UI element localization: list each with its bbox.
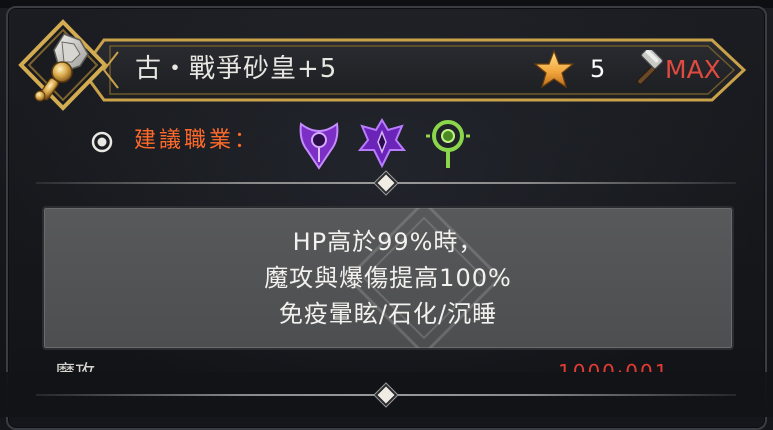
hammer-icon [637,50,664,85]
purple-crest-class-icon [299,122,339,170]
description-line: HP高於99%時， [292,228,484,256]
description-line: 魔攻與爆傷提高100% [264,264,512,292]
item-detail-panel: 古・戰爭砂皇+5 5 MAX 建議職業： HP高於99%時， 魔攻與爆傷提高10… [0,0,773,430]
green-ring-class-icon [426,120,470,168]
description-line: 免疫暈眩/石化/沉睡 [278,300,498,328]
radio-dot-icon [91,131,113,153]
stat-label: 魔攻 [55,360,95,372]
purple-bat-class-icon [358,118,406,169]
skill-description-box: HP高於99%時， 魔攻與爆傷提高100% 免疫暈眩/石化/沉睡 [42,206,734,350]
item-name-title: 古・戰爭砂皇+5 [135,54,338,84]
sand-emperor-item-icon [34,33,89,102]
star-count: 5 [590,55,606,83]
recommended-class-label: 建議職業： [134,128,260,153]
enhance-max-label: MAX [665,55,721,84]
stat-value: 1000·001 [558,360,670,372]
star-icon [534,50,574,88]
